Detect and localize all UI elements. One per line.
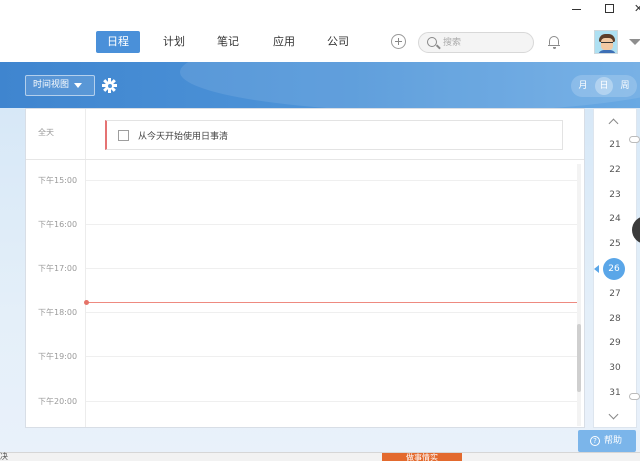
help-label: 帮助: [604, 436, 623, 446]
add-icon[interactable]: [391, 34, 406, 49]
allday-label: 全天: [38, 128, 54, 137]
hour-line: [86, 401, 577, 402]
search-icon: [427, 37, 437, 47]
hour-label: 下午17:00: [38, 264, 78, 273]
bottom-left-text: 决: [0, 452, 8, 461]
view-dropdown-label: 时间视图: [33, 80, 70, 90]
hour-label: 下午19:00: [38, 352, 78, 361]
search-input[interactable]: [443, 35, 529, 50]
help-button[interactable]: ? 帮助: [578, 430, 636, 452]
chevron-up-icon[interactable]: [609, 118, 619, 128]
diamond-icon[interactable]: [629, 39, 640, 45]
mode-week-button[interactable]: 周: [616, 77, 634, 95]
date-item[interactable]: 25: [599, 233, 631, 255]
bottom-bar: [0, 452, 640, 461]
date-item[interactable]: 31: [599, 382, 631, 404]
bell-icon[interactable]: [548, 36, 560, 49]
tab-plan[interactable]: 计划: [154, 31, 194, 53]
question-icon: ?: [590, 436, 600, 446]
close-icon[interactable]: ✕: [634, 3, 640, 14]
tab-company[interactable]: 公司: [318, 31, 358, 53]
scrollbar[interactable]: [577, 164, 581, 426]
hour-line: [86, 224, 577, 225]
date-item[interactable]: 30: [599, 357, 631, 379]
search-box[interactable]: [418, 32, 534, 53]
date-item[interactable]: 24: [599, 208, 631, 230]
mode-month-button[interactable]: 月: [574, 77, 592, 95]
date-item[interactable]: 29: [599, 332, 631, 354]
top-bar: ✕ 日程 计划 笔记 应用 公司: [0, 0, 640, 62]
hour-label: 下午15:00: [38, 176, 78, 185]
hour-label: 下午16:00: [38, 220, 78, 229]
task-checkbox[interactable]: [118, 130, 129, 141]
chevron-down-icon[interactable]: [609, 411, 619, 421]
mode-day-button[interactable]: 日: [595, 77, 613, 95]
current-time-line: [86, 302, 577, 303]
view-dropdown[interactable]: 时间视图: [25, 75, 95, 96]
hour-line: [86, 268, 577, 269]
date-item[interactable]: 23: [599, 184, 631, 206]
gear-icon[interactable]: [102, 78, 117, 93]
tab-schedule[interactable]: 日程: [96, 31, 140, 53]
day-schedule: 全天 从今天开始使用日事清 下午15:00 下午16:00 下午17:00 下午…: [25, 108, 585, 428]
date-item[interactable]: 22: [599, 159, 631, 181]
bottom-orange-button[interactable]: 做事情实: [382, 453, 462, 461]
date-item[interactable]: 28: [599, 308, 631, 330]
tab-apps[interactable]: 应用: [264, 31, 304, 53]
task-card[interactable]: 从今天开始使用日事清: [105, 120, 563, 150]
hour-label: 下午20:00: [38, 397, 78, 406]
view-mode-switch: 月 日 周: [571, 75, 637, 97]
date-item[interactable]: 21: [599, 134, 631, 156]
scrollbar-thumb[interactable]: [577, 324, 581, 392]
minimize-icon[interactable]: [572, 9, 581, 10]
avatar[interactable]: [594, 30, 618, 54]
current-time-dot: [84, 300, 89, 305]
date-item-selected[interactable]: 26: [603, 258, 625, 280]
hour-line: [86, 312, 577, 313]
side-handle[interactable]: [629, 136, 640, 143]
app-window: ✕ 日程 计划 笔记 应用 公司 时间视图 月 日: [0, 0, 640, 461]
task-title: 从今天开始使用日事清: [138, 132, 229, 142]
hour-label: 下午18:00: [38, 308, 78, 317]
selected-date-pointer: [594, 265, 599, 273]
side-handle[interactable]: [629, 393, 640, 400]
tab-notes[interactable]: 笔记: [208, 31, 248, 53]
date-strip: 21 22 23 24 25 26 27 28 29 30 31: [593, 108, 637, 428]
maximize-icon[interactable]: [605, 4, 614, 13]
date-item[interactable]: 27: [599, 283, 631, 305]
caret-down-icon: [74, 83, 82, 88]
hour-line: [86, 356, 577, 357]
hour-line: [86, 180, 577, 181]
divider: [26, 159, 584, 160]
calendar-toolbar: 时间视图 月 日 周: [0, 62, 640, 108]
